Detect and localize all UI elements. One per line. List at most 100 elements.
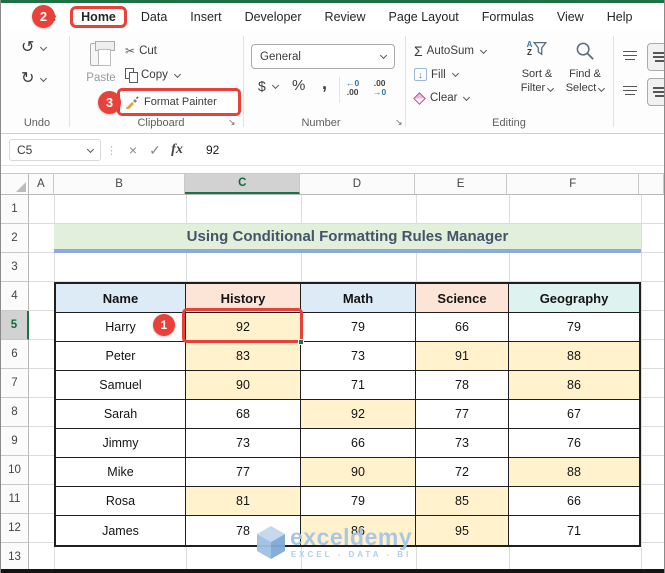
column-header-partial[interactable] [639, 174, 664, 194]
score-cell[interactable]: 67 [509, 400, 639, 429]
menu-tab-home[interactable]: Home [70, 6, 127, 28]
align-center-icon[interactable] [623, 48, 637, 66]
menu-tab-help[interactable]: Help [598, 6, 642, 28]
score-cell[interactable]: 72 [416, 458, 509, 487]
score-cell[interactable]: 73 [416, 429, 509, 458]
score-cell[interactable]: 73 [301, 342, 416, 371]
row-header-6[interactable]: 6 [1, 340, 29, 369]
row-header-11[interactable]: 11 [1, 485, 29, 514]
score-cell[interactable]: 79 [301, 487, 416, 516]
column-header-c[interactable]: C [185, 174, 300, 194]
score-cell[interactable]: 66 [509, 487, 639, 516]
paste-button[interactable]: Paste [81, 41, 121, 84]
menu-tab-review[interactable]: Review [316, 6, 375, 28]
menu-tab-insert[interactable]: Insert [181, 6, 230, 28]
row-header-1[interactable]: 1 [1, 195, 29, 224]
formula-bar-input[interactable]: 92 [206, 143, 219, 157]
chevron-down-icon[interactable] [87, 145, 94, 152]
chevron-down-icon[interactable] [40, 43, 47, 50]
score-cell[interactable]: 73 [186, 429, 301, 458]
row-header-4[interactable]: 4 [1, 282, 29, 311]
score-cell[interactable]: 68 [186, 400, 301, 429]
percent-style-button[interactable]: % [292, 77, 305, 94]
score-cell[interactable]: 88 [509, 458, 639, 487]
number-dialog-launcher-icon[interactable]: ↘ [395, 117, 403, 128]
column-header-b[interactable]: B [54, 174, 186, 194]
score-cell[interactable]: 79 [509, 313, 639, 342]
menu-tab-developer[interactable]: Developer [236, 6, 311, 28]
table-header-geography[interactable]: Geography [509, 284, 639, 313]
redo-button[interactable]: ↻ [21, 71, 46, 87]
row-header-3[interactable]: 3 [1, 253, 29, 282]
score-cell[interactable]: 86 [509, 371, 639, 400]
row-header-9[interactable]: 9 [1, 427, 29, 456]
chevron-down-icon[interactable] [480, 46, 487, 53]
row-header-13[interactable]: 13 [1, 543, 29, 572]
score-cell[interactable]: 76 [509, 429, 639, 458]
score-cell[interactable]: 78 [416, 371, 509, 400]
comma-style-button[interactable]: , [322, 73, 327, 94]
menu-tab-formulas[interactable]: Formulas [473, 6, 543, 28]
name-cell[interactable]: Sarah [56, 400, 186, 429]
insert-function-button[interactable]: fx [166, 142, 188, 158]
clear-button[interactable]: Clear [413, 92, 469, 104]
row-header-2[interactable]: 2 [1, 224, 29, 253]
name-box[interactable]: C5 [9, 139, 101, 161]
column-header-d[interactable]: D [300, 174, 415, 194]
cut-button[interactable]: ✂ Cut [125, 44, 157, 58]
score-cell[interactable]: 79 [301, 313, 416, 342]
name-cell[interactable]: James [56, 516, 186, 545]
menu-tab-data[interactable]: Data [132, 6, 176, 28]
score-cell[interactable]: 88 [509, 342, 639, 371]
score-cell[interactable]: 92 [301, 400, 416, 429]
undo-button[interactable]: ↺ [21, 40, 46, 56]
column-header-a[interactable]: A [29, 174, 54, 194]
cancel-entry-button[interactable]: × [122, 142, 144, 158]
score-cell[interactable]: 66 [416, 313, 509, 342]
score-cell[interactable]: 95 [416, 516, 509, 545]
score-cell[interactable]: 90 [301, 458, 416, 487]
score-cell[interactable]: 71 [301, 371, 416, 400]
column-header-e[interactable]: E [415, 174, 508, 194]
menu-tab-view[interactable]: View [548, 6, 593, 28]
accounting-format-button[interactable]: $ [258, 78, 278, 94]
sort-filter-button[interactable]: AZ Sort & Filter [513, 41, 561, 95]
score-cell[interactable]: 81 [186, 487, 301, 516]
score-cell[interactable]: 66 [301, 429, 416, 458]
score-cell[interactable]: 91 [416, 342, 509, 371]
score-cell[interactable]: 71 [509, 516, 639, 545]
confirm-entry-button[interactable]: ✓ [144, 142, 166, 159]
chevron-down-icon[interactable] [174, 70, 181, 77]
increase-decimal-button[interactable]: ←0 .00 [346, 79, 359, 97]
name-cell[interactable]: Peter [56, 342, 186, 371]
menu-tab-page-layout[interactable]: Page Layout [380, 6, 468, 28]
align-left-icon[interactable] [623, 83, 637, 101]
table-header-math[interactable]: Math [301, 284, 416, 313]
score-cell[interactable]: 83 [186, 342, 301, 371]
row-header-12[interactable]: 12 [1, 514, 29, 543]
row-header-8[interactable]: 8 [1, 398, 29, 427]
row-header-7[interactable]: 7 [1, 369, 29, 398]
score-cell[interactable]: 85 [416, 487, 509, 516]
table-header-science[interactable]: Science [416, 284, 509, 313]
fill-button[interactable]: ↓ Fill [414, 68, 458, 81]
autosum-button[interactable]: Σ AutoSum [414, 43, 486, 59]
chevron-down-icon[interactable] [40, 74, 47, 81]
alignment-button-partial[interactable] [647, 43, 665, 71]
name-cell[interactable]: Samuel [56, 371, 186, 400]
clipboard-dialog-launcher-icon[interactable]: ↘ [228, 117, 236, 128]
score-cell[interactable]: 77 [416, 400, 509, 429]
alignment-button-partial[interactable] [647, 78, 665, 106]
find-select-button[interactable]: Find & Select [561, 41, 609, 95]
chevron-down-icon[interactable] [272, 81, 279, 88]
row-header-5[interactable]: 5 [1, 311, 29, 340]
row-header-10[interactable]: 10 [1, 456, 29, 485]
decrease-decimal-button[interactable]: .00 →0 [373, 79, 386, 97]
score-cell[interactable]: 77 [186, 458, 301, 487]
number-format-dropdown[interactable]: General [251, 44, 395, 69]
name-cell[interactable]: Jimmy [56, 429, 186, 458]
copy-button[interactable]: Copy [125, 68, 180, 82]
score-cell[interactable]: 90 [186, 371, 301, 400]
name-cell[interactable]: Rosa [56, 487, 186, 516]
select-all-corner[interactable] [1, 174, 29, 194]
